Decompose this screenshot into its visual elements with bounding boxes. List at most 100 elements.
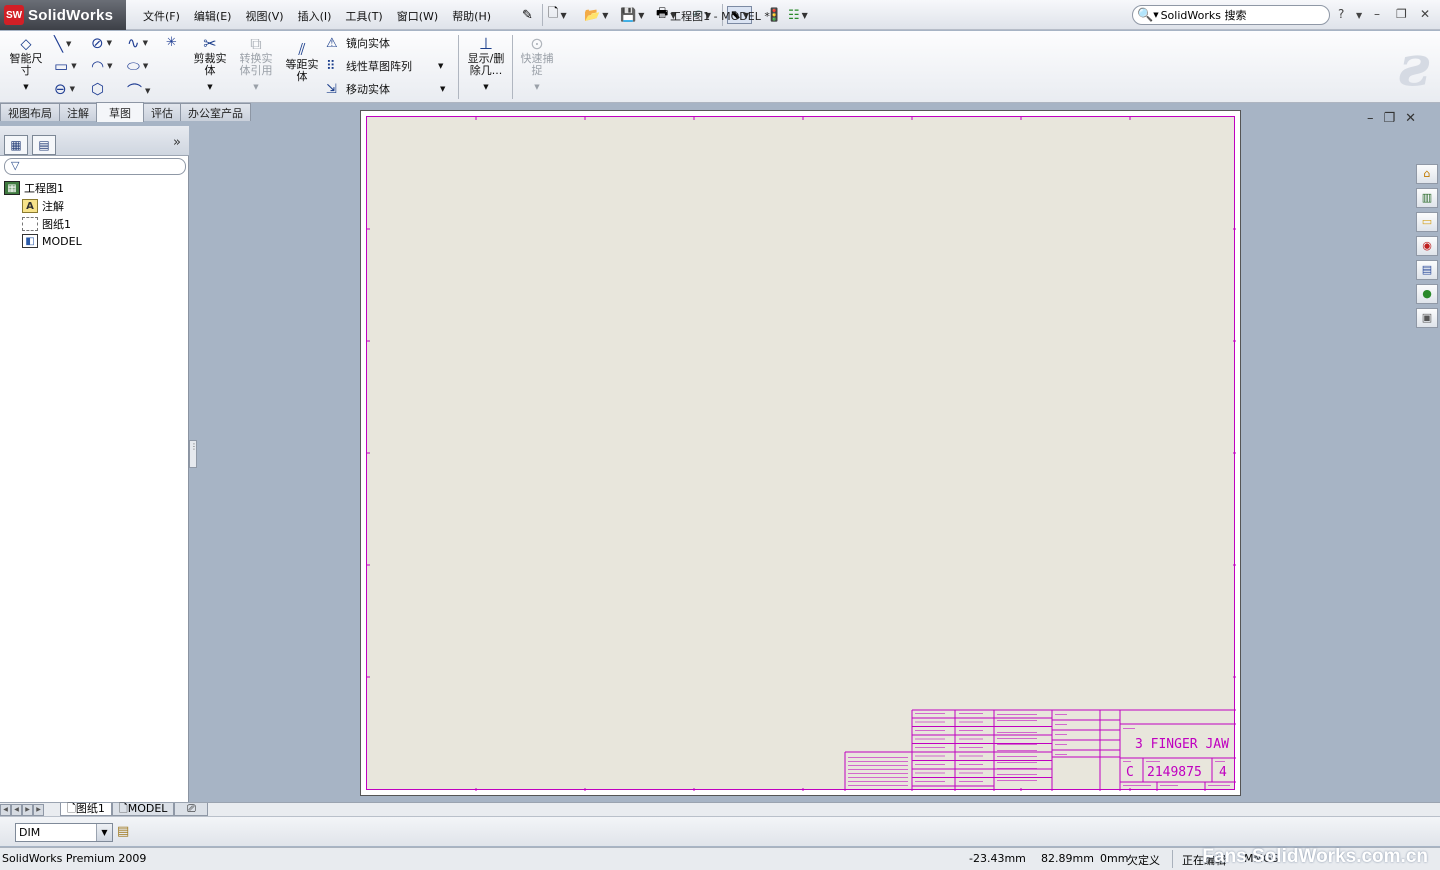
mirror-entities-button[interactable]: ⚠ 镜向实体 xyxy=(326,35,390,51)
annotation-icon: A xyxy=(22,199,38,213)
tab-view-layout[interactable]: 视图布局 xyxy=(0,103,60,121)
drawing-sheet[interactable]: 3 FINGER JAW C 2149875 4 xyxy=(360,110,1241,796)
toolbar-separator xyxy=(722,4,723,26)
view-palette-icon[interactable]: ▤ xyxy=(1416,260,1438,280)
tree-item-sheet[interactable]: 图纸1 xyxy=(22,216,71,232)
linear-pattern-button[interactable]: ⠿ 线性草图阵列 ▼ xyxy=(326,58,443,74)
last-sheet-button[interactable]: ▶ xyxy=(33,803,44,816)
menu-tools[interactable]: 工具(T) xyxy=(338,6,389,26)
menu-file[interactable]: 文件(F) xyxy=(136,6,187,26)
arc-button[interactable]: ◠ ▼ xyxy=(91,57,112,75)
linear-pattern-label: 线性草图阵列 xyxy=(346,60,412,73)
smart-dimension-button[interactable]: ⬦ 智能尺寸 ▼ xyxy=(6,35,46,93)
command-manager: ⬦ 智能尺寸 ▼ ╲ ▼ ⊘ ▼ ∿ ▼ ✳ ▭ ▼ ◠ ▼ ⬭ ▼ ⊖ ▼ ⬡ ⌒ ▼ ✂ 剪… xyxy=(0,31,1440,103)
undo-button[interactable]: ↶ ▼ xyxy=(692,6,711,24)
polygon-button[interactable]: ⬡ xyxy=(91,80,104,98)
fine-print-mark xyxy=(997,774,1037,775)
rebuild-button[interactable]: 🚦 xyxy=(766,6,782,24)
smart-dimension-label: 智能尺寸 xyxy=(9,52,43,77)
doc-close-button[interactable]: ✕ xyxy=(1405,111,1416,126)
search-box[interactable]: 🔍 ▼ xyxy=(1132,5,1330,25)
move-entities-button[interactable]: ⇲ 移动实体 ▼ xyxy=(326,81,445,97)
feature-tree-tab[interactable]: ▦ xyxy=(4,135,28,155)
custom-properties-icon[interactable]: ▣ xyxy=(1416,308,1438,328)
design-library-icon[interactable]: ▥ xyxy=(1416,188,1438,208)
print-button[interactable]: 🖶 ▼ xyxy=(656,6,676,24)
panel-splitter-handle[interactable]: ⋮ xyxy=(189,440,198,468)
circle-button[interactable]: ⊘ ▼ xyxy=(91,34,112,52)
select-button[interactable]: ⬉ ▼ xyxy=(727,6,753,24)
display-delete-relations-button[interactable]: ⊥ 显示/删除几... ▼ xyxy=(462,35,510,93)
file-explorer-icon[interactable]: ▭ xyxy=(1416,212,1438,232)
spline-button[interactable]: ∿ ▼ xyxy=(127,34,148,52)
tab-annotation[interactable]: 注解 xyxy=(59,103,97,121)
tab-office-products[interactable]: 办公室产品 xyxy=(180,103,251,121)
tree-root[interactable]: ▦ 工程图1 xyxy=(4,180,64,196)
expand-panel-icon[interactable]: » xyxy=(173,135,181,150)
restore-button[interactable]: ❐ xyxy=(1396,7,1407,21)
doc-restore-button[interactable]: ❐ xyxy=(1384,111,1396,126)
toolbar-separator xyxy=(512,35,513,99)
tree-item-annotations[interactable]: A 注解 xyxy=(22,198,64,214)
solidworks-logo[interactable]: SW SolidWorks xyxy=(0,0,126,30)
fine-print-mark xyxy=(915,713,945,714)
property-manager-tab[interactable]: ▤ xyxy=(32,135,56,155)
prev-sheet-button[interactable]: ◀ xyxy=(11,803,22,816)
next-sheet-button[interactable]: ▶ xyxy=(22,803,33,816)
offset-entities-button[interactable]: ⫽ 等距实体 xyxy=(280,41,324,83)
fine-print-mark xyxy=(1208,785,1230,786)
layer-select[interactable]: DIM ▼ xyxy=(15,823,113,842)
chevron-down-icon: ▼ xyxy=(801,10,808,20)
save-button[interactable]: 💾 ▼ xyxy=(620,6,644,24)
fillet-button[interactable]: ⌒ ▼ xyxy=(127,80,150,101)
trim-entities-button[interactable]: ✂ 剪裁实体 ▼ xyxy=(188,35,232,93)
slot-button[interactable]: ⊖ ▼ xyxy=(54,80,75,98)
rectangle-button[interactable]: ▭ ▼ xyxy=(54,57,77,75)
fine-print-mark xyxy=(915,730,945,731)
menu-insert[interactable]: 插入(I) xyxy=(291,6,339,26)
polygon-icon: ⬡ xyxy=(91,80,105,98)
menu-view[interactable]: 视图(V) xyxy=(238,6,290,26)
menu-help[interactable]: 帮助(H) xyxy=(445,6,498,26)
first-sheet-button[interactable]: ◀ xyxy=(0,803,11,816)
add-sheet-button[interactable]: ⎚ xyxy=(174,803,209,816)
tree-item-model[interactable]: ◧ MODEL xyxy=(22,234,82,248)
fine-print-mark xyxy=(848,773,908,774)
home-icon[interactable]: ⌂ xyxy=(1416,164,1438,184)
fine-print-mark xyxy=(997,750,1037,751)
chevron-down-icon: ▼ xyxy=(602,10,609,20)
help-icon[interactable]: ? xyxy=(1338,7,1344,21)
sheet-tab-model[interactable]: 🗋 MODEL xyxy=(111,803,175,816)
fine-print-mark xyxy=(959,738,983,740)
layer-properties-icon[interactable]: ▤ xyxy=(117,824,129,839)
minimize-button[interactable]: – xyxy=(1374,7,1380,21)
ellipse-button[interactable]: ⬭ ▼ xyxy=(127,57,148,75)
open-button[interactable]: 📂 ▼ xyxy=(584,6,608,24)
pin-menu-icon[interactable]: ✎ xyxy=(522,6,533,24)
point-button[interactable]: ✳ xyxy=(166,35,177,50)
menu-edit[interactable]: 编辑(E) xyxy=(187,6,239,26)
chevron-down-icon[interactable]: ▼ xyxy=(1356,11,1362,20)
line-button[interactable]: ╲ ▼ xyxy=(54,35,71,53)
search-results-icon[interactable]: ◉ xyxy=(1416,236,1438,256)
appearances-icon[interactable]: ● xyxy=(1416,284,1438,304)
tree-root-label: 工程图1 xyxy=(24,182,64,195)
fillet-icon: ⌒ xyxy=(127,82,143,100)
menu-window[interactable]: 窗口(W) xyxy=(390,6,445,26)
tab-evaluate[interactable]: 评估 xyxy=(143,103,181,121)
tab-sketch[interactable]: 草图 xyxy=(96,102,144,122)
new-document-button[interactable]: 🗋 ▼ xyxy=(548,6,567,24)
convert-entities-button[interactable]: ⧉ 转换实体引用 ▼ xyxy=(234,35,278,93)
options-button[interactable]: ☷ ▼ xyxy=(788,6,808,24)
sheet-tab-1[interactable]: 🗋 图纸1 xyxy=(60,803,112,816)
quick-snaps-button[interactable]: ⊙ 快速捕捉 ▼ xyxy=(516,35,558,93)
menu-bar: 文件(F) 编辑(E) 视图(V) 插入(I) 工具(T) 窗口(W) 帮助(H… xyxy=(136,6,498,26)
close-button[interactable]: ✕ xyxy=(1420,7,1430,21)
feature-manager-panel: ▦ ▤ » ▽ ▦ 工程图1 A 注解 图纸1 ◧ MODEL xyxy=(0,126,189,802)
fine-print-mark xyxy=(1146,761,1160,762)
fine-print-mark xyxy=(915,764,945,765)
line-icon: ╲ xyxy=(54,35,64,53)
search-input[interactable] xyxy=(1160,8,1311,22)
doc-minimize-button[interactable]: – xyxy=(1367,111,1374,126)
tree-filter[interactable]: ▽ xyxy=(4,158,186,175)
